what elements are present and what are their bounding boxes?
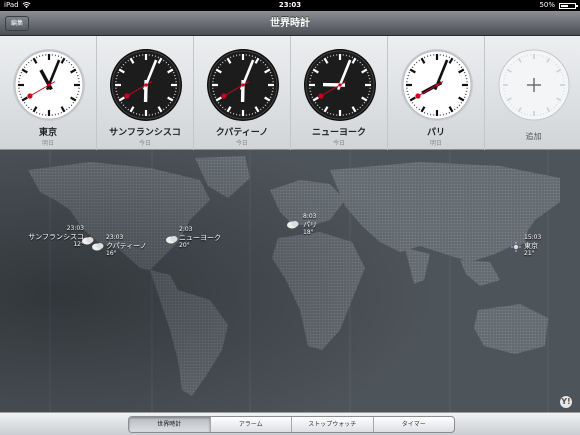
clock-day-label: 明日 bbox=[41, 140, 54, 147]
clock-day-label: 今日 bbox=[235, 140, 248, 147]
clock-city-name: パリ bbox=[426, 128, 445, 138]
add-clock-button[interactable]: 追加 bbox=[485, 36, 580, 150]
clock-city-name: ニューヨーク bbox=[311, 128, 366, 138]
map-pin-cupertino[interactable]: 23:03 クパティーノ 16° bbox=[106, 234, 147, 258]
clock-cell-cupertino[interactable]: クパティーノ 今日 bbox=[194, 36, 291, 150]
pin-time: 23:03 bbox=[66, 225, 84, 232]
world-map: 23:03 サンフランシスコ 12° 23:03 クパティーノ 16° 2:03… bbox=[0, 150, 580, 412]
analog-clock-icon bbox=[109, 48, 183, 122]
pin-temp: 20° bbox=[179, 242, 190, 249]
clock-city-name: サンフランシスコ bbox=[109, 128, 181, 138]
pin-city: ニューヨーク bbox=[179, 234, 221, 242]
tab-stopwatch[interactable]: ストップウォッチ bbox=[292, 417, 374, 432]
cloud-icon bbox=[166, 236, 178, 244]
tab-timer[interactable]: タイマー bbox=[374, 417, 455, 432]
tab-bar: 世界時計 アラーム ストップウォッチ タイマー bbox=[0, 412, 580, 435]
pin-city: クパティーノ bbox=[106, 242, 147, 250]
navigation-bar: 編集 世界時計 bbox=[0, 11, 580, 36]
pin-temp: 12° bbox=[73, 241, 84, 248]
clock-day-label: 今日 bbox=[138, 140, 151, 147]
hour-hand bbox=[322, 82, 346, 87]
tab-world-clock[interactable]: 世界時計 bbox=[129, 417, 211, 432]
pin-city: パリ bbox=[303, 221, 317, 229]
tab-alarm[interactable]: アラーム bbox=[211, 417, 292, 432]
pin-time: 2:03 bbox=[179, 226, 193, 233]
page-title: 世界時計 bbox=[270, 18, 310, 29]
cloud-icon bbox=[92, 243, 104, 251]
clock-cell-new-york[interactable]: ニューヨーク 今日 bbox=[291, 36, 388, 150]
map-pin-san-francisco[interactable]: 23:03 サンフランシスコ 12° bbox=[12, 225, 84, 249]
status-bar: iPad 23:03 50% bbox=[0, 0, 580, 11]
clock-cell-san-francisco[interactable]: サンフランシスコ 今日 bbox=[97, 36, 194, 150]
map-pin-new-york[interactable]: 2:03 ニューヨーク 20° bbox=[179, 226, 221, 250]
pin-city: 東京 bbox=[524, 242, 538, 250]
cloud-icon bbox=[287, 221, 299, 229]
analog-clock-icon bbox=[303, 48, 377, 122]
map-pin-tokyo[interactable]: 15:03 東京 21° bbox=[524, 234, 541, 258]
pin-temp: 21° bbox=[524, 250, 535, 257]
pin-temp: 18° bbox=[303, 229, 314, 236]
clock-city-name: 東京 bbox=[38, 128, 57, 138]
yahoo-logo[interactable]: Y! bbox=[560, 396, 572, 408]
clock-cell-paris[interactable]: パリ 明日 bbox=[388, 36, 485, 150]
add-clock-label: 追加 bbox=[525, 132, 542, 141]
analog-clock-icon bbox=[12, 48, 86, 122]
clock-city-name: クパティーノ bbox=[215, 128, 269, 138]
pin-time: 23:03 bbox=[106, 234, 124, 241]
map-pin-paris[interactable]: 8:03 パリ 18° bbox=[303, 213, 317, 237]
world-map-graphic bbox=[0, 150, 580, 412]
analog-clock-icon bbox=[400, 48, 474, 122]
pin-city: サンフランシスコ bbox=[28, 233, 84, 241]
clock-strip: 東京 明日 サンフランシスコ 今日 クパティーノ 今日 ニューヨーク 今日 パリ… bbox=[0, 36, 580, 150]
segmented-control: 世界時計 アラーム ストップウォッチ タイマー bbox=[128, 416, 455, 433]
status-time: 23:03 bbox=[278, 1, 302, 9]
battery-percent: 50% bbox=[539, 1, 555, 9]
analog-clock-icon bbox=[206, 48, 280, 122]
clock-day-label: 今日 bbox=[332, 140, 345, 147]
sun-icon bbox=[511, 242, 521, 252]
clock-cell-tokyo[interactable]: 東京 明日 bbox=[0, 36, 97, 150]
pin-time: 15:03 bbox=[524, 234, 542, 241]
pin-temp: 16° bbox=[106, 250, 117, 257]
pin-time: 8:03 bbox=[303, 213, 317, 220]
clock-day-label: 明日 bbox=[429, 140, 442, 147]
plus-icon bbox=[497, 48, 571, 122]
battery-icon bbox=[559, 3, 578, 9]
